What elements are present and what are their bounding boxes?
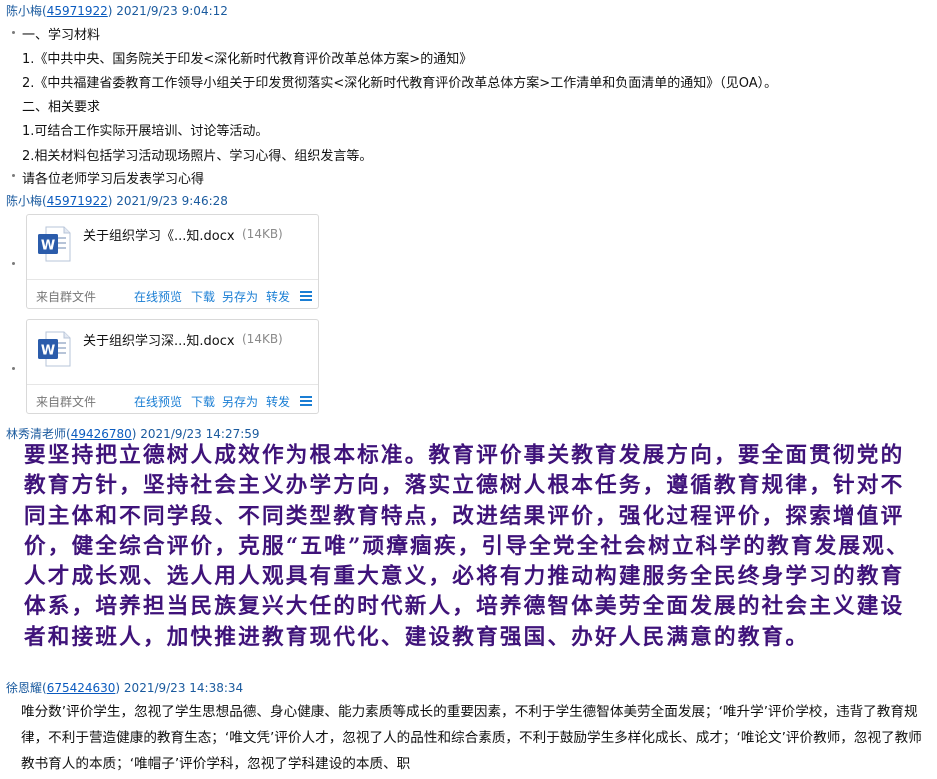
- file-card[interactable]: W 关于组织学习《...知.docx (14KB) 来自群文件 在线预览 下载 …: [26, 214, 319, 309]
- message-header: 陈小梅(45971922) 2021/9/23 9:04:12: [6, 4, 228, 18]
- save-as-button[interactable]: 另存为: [222, 393, 258, 410]
- message-text: 唯分数’评价学生，忽视了学生思想品德、身心健康、能力素质等成长的重要因素，不利于…: [21, 704, 922, 772]
- save-as-button[interactable]: 另存为: [222, 288, 258, 305]
- file-name: 关于组织学习《...知.docx: [83, 229, 235, 244]
- message-line: 一、学习材料: [22, 28, 101, 43]
- card-divider: [27, 384, 318, 385]
- svg-text:W: W: [41, 239, 55, 254]
- word-doc-icon: W: [38, 331, 71, 367]
- message-header: 徐恩耀(675424630) 2021/9/23 14:38:34: [6, 681, 244, 695]
- message-time: 2021/9/23 14:38:34: [123, 681, 244, 695]
- bullet-dot: [12, 174, 15, 177]
- menu-icon[interactable]: [300, 396, 312, 406]
- message-line: 请各位老师学习后发表学习心得: [22, 172, 205, 187]
- message-time: 2021/9/23 9:46:28: [116, 194, 228, 208]
- message-time: 2021/9/23 9:04:12: [116, 4, 228, 18]
- message-text: 要坚持把立德树人成效作为根本标准。教育评价事关教育发展方向，要全面贯彻党的教育方…: [24, 443, 910, 650]
- sender-name: 陈小梅: [6, 194, 43, 208]
- file-source: 来自群文件: [36, 290, 97, 304]
- sender-qq-link[interactable]: 45971922: [47, 4, 108, 18]
- forward-button[interactable]: 转发: [266, 393, 290, 410]
- preview-online-button[interactable]: 在线预览: [134, 288, 182, 305]
- sender-name: 徐恩耀: [6, 681, 43, 695]
- message-line: 2.相关材料包括学习活动现场照片、学习心得、组织发言等。: [22, 149, 373, 164]
- bullet-dot: [12, 367, 15, 370]
- message-line: 2.《中共福建省委教育工作领导小组关于印发贯彻落实<深化新时代教育评价改革总体方…: [22, 76, 778, 91]
- sender-qq-link[interactable]: 675424630: [47, 681, 116, 695]
- card-divider: [27, 279, 318, 280]
- sender-qq-link[interactable]: 49426780: [71, 427, 132, 441]
- message-time: 2021/9/23 14:27:59: [140, 427, 260, 441]
- download-button[interactable]: 下载: [191, 288, 215, 305]
- forward-button[interactable]: 转发: [266, 288, 290, 305]
- file-name: 关于组织学习深...知.docx: [83, 334, 235, 349]
- message-line: 1.可结合工作实际开展培训、讨论等活动。: [22, 124, 269, 139]
- file-size: (14KB): [242, 332, 283, 346]
- download-button[interactable]: 下载: [191, 393, 215, 410]
- bullet-dot: [12, 262, 15, 265]
- sender-name: 陈小梅: [6, 4, 43, 18]
- preview-online-button[interactable]: 在线预览: [134, 393, 182, 410]
- file-size: (14KB): [242, 227, 283, 241]
- word-doc-icon: W: [38, 226, 71, 262]
- file-source: 来自群文件: [36, 395, 97, 409]
- sender-name: 林秀清老师: [6, 427, 67, 441]
- message-header: 陈小梅(45971922) 2021/9/23 9:46:28: [6, 194, 228, 208]
- message-line: 1.《中共中央、国务院关于印发<深化新时代教育评价改革总体方案>的通知》: [22, 52, 473, 67]
- sender-qq-link[interactable]: 45971922: [47, 194, 108, 208]
- svg-text:W: W: [41, 344, 55, 359]
- message-header: 林秀清老师(49426780) 2021/9/23 14:27:59: [6, 427, 260, 441]
- menu-icon[interactable]: [300, 291, 312, 301]
- file-card[interactable]: W 关于组织学习深...知.docx (14KB) 来自群文件 在线预览 下载 …: [26, 319, 319, 414]
- bullet-dot: [12, 31, 15, 34]
- message-line: 二、相关要求: [22, 100, 101, 115]
